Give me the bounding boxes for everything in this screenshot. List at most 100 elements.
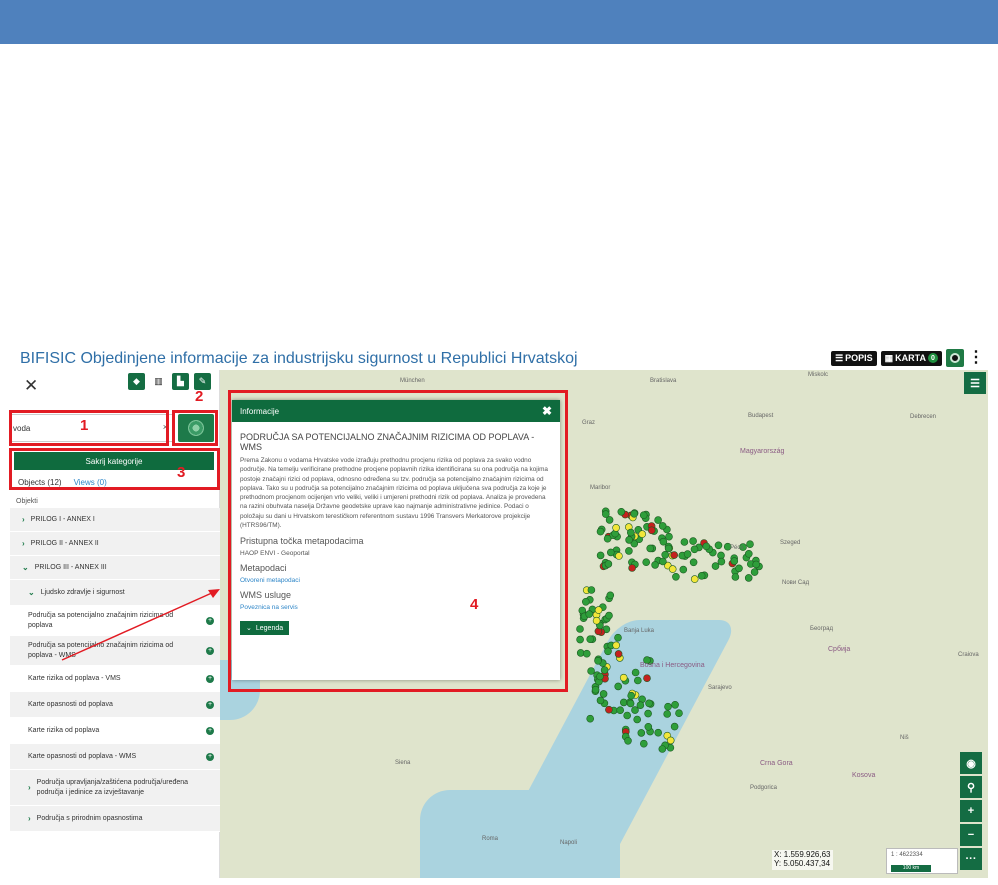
map-point[interactable]	[596, 527, 605, 536]
map-point[interactable]	[639, 511, 648, 519]
map-point[interactable]	[599, 690, 608, 698]
layer-item[interactable]: Karte opasnosti od poplava - WMS +	[10, 744, 220, 770]
book-icon[interactable]: ▥	[150, 373, 167, 390]
map-point[interactable]	[604, 647, 612, 656]
map-point[interactable]	[604, 560, 613, 568]
map-point[interactable]	[731, 573, 740, 581]
map-point[interactable]	[679, 565, 688, 574]
layer-item[interactable]: Karte rizika od poplava +	[10, 718, 220, 744]
map-point[interactable]	[606, 591, 615, 600]
map-point[interactable]	[631, 668, 640, 677]
map-point[interactable]	[614, 650, 623, 658]
more-tools-icon[interactable]: ···	[960, 848, 982, 870]
map-point[interactable]	[626, 528, 635, 537]
map-point[interactable]	[639, 739, 648, 748]
map-point[interactable]	[672, 573, 680, 581]
map-point[interactable]	[646, 544, 655, 553]
zoom-out-icon[interactable]: −	[960, 824, 982, 846]
map-point[interactable]	[643, 674, 651, 683]
map-point[interactable]	[717, 557, 726, 566]
more-menu-icon[interactable]: ⋮	[968, 350, 984, 366]
close-sidebar-icon[interactable]: ✕	[24, 376, 38, 396]
map-point[interactable]	[690, 575, 699, 583]
map-point[interactable]	[689, 558, 698, 567]
map-point[interactable]	[619, 673, 628, 682]
map-point[interactable]	[670, 551, 679, 559]
map-point[interactable]	[606, 548, 615, 557]
map-point[interactable]	[630, 510, 639, 518]
add-layer-icon[interactable]: +	[206, 726, 214, 735]
map-point[interactable]	[661, 551, 670, 559]
map-point[interactable]	[735, 564, 743, 573]
karta-button[interactable]: ▦ KARTA 0	[880, 350, 942, 366]
map-point[interactable]	[702, 542, 711, 551]
tree-item-prilog-3[interactable]: ⌄ PRILOG III - ANNEX III	[10, 556, 220, 580]
map-point[interactable]	[675, 709, 683, 718]
map-point[interactable]	[644, 709, 652, 718]
map-point[interactable]	[658, 745, 667, 753]
map-point[interactable]	[627, 691, 636, 700]
map-menu-icon[interactable]: ☰	[964, 372, 986, 394]
map-point[interactable]	[601, 510, 610, 518]
marker-icon[interactable]: ⚲	[960, 776, 982, 798]
map-point[interactable]	[617, 508, 626, 516]
add-layer-icon[interactable]: +	[206, 616, 214, 625]
map-point[interactable]	[665, 532, 673, 541]
map-point[interactable]	[645, 699, 653, 708]
map-point[interactable]	[671, 700, 679, 709]
tree-item-prilog-1[interactable]: › PRILOG I - ANNEX I	[10, 508, 220, 532]
layers-icon[interactable]: ◆	[128, 373, 145, 390]
map-point[interactable]	[616, 706, 625, 715]
map-point[interactable]	[638, 530, 647, 538]
map-point[interactable]	[663, 710, 672, 718]
map-point[interactable]	[581, 598, 590, 606]
map-point[interactable]	[664, 702, 672, 711]
map-point[interactable]	[628, 564, 636, 572]
add-layer-icon[interactable]: +	[206, 752, 214, 761]
map-point[interactable]	[582, 649, 591, 658]
add-layer-icon[interactable]: +	[206, 646, 214, 655]
map-point[interactable]	[631, 706, 639, 714]
map-point[interactable]	[605, 611, 613, 620]
map-point[interactable]	[690, 545, 699, 554]
map-point[interactable]	[651, 561, 659, 569]
map-point[interactable]	[612, 524, 620, 532]
map-point[interactable]	[612, 641, 621, 650]
map-point[interactable]	[683, 550, 692, 558]
tree-item-ljudsko-zdravlje[interactable]: ⌄ Ljudsko zdravlje i sigurnost	[10, 580, 220, 606]
map-point[interactable]	[697, 572, 706, 580]
layer-item[interactable]: Područja sa potencijalno značajnim rizic…	[10, 606, 220, 636]
map-point[interactable]	[746, 540, 754, 548]
map-point[interactable]	[668, 565, 677, 573]
map-point[interactable]	[587, 667, 595, 675]
map-point[interactable]	[666, 736, 675, 745]
scale-select[interactable]: 1 : 4622334	[891, 852, 923, 858]
map-point[interactable]	[586, 714, 595, 723]
map-point[interactable]	[594, 656, 602, 665]
map-point[interactable]	[711, 562, 720, 570]
scale-control[interactable]: 1 : 4622334 100 km	[886, 848, 958, 874]
map-point[interactable]	[654, 516, 662, 524]
map-point[interactable]	[624, 736, 632, 745]
add-layer-icon[interactable]: +	[206, 674, 214, 683]
map-point[interactable]	[658, 522, 667, 530]
map-point[interactable]	[586, 635, 595, 644]
tree-item-prilog-2[interactable]: › PRILOG II - ANNEX II	[10, 532, 220, 556]
map-point[interactable]	[744, 574, 753, 582]
map-point[interactable]	[633, 676, 642, 685]
map-point[interactable]	[596, 551, 605, 560]
map-point[interactable]	[659, 557, 667, 566]
map-point[interactable]	[642, 558, 651, 566]
map-point[interactable]	[592, 616, 601, 625]
map-point[interactable]	[591, 685, 600, 694]
user-avatar-button[interactable]	[946, 349, 964, 367]
map-point[interactable]	[594, 606, 603, 614]
map-point[interactable]	[689, 537, 697, 545]
map-point[interactable]	[614, 633, 622, 642]
map-point[interactable]	[614, 682, 623, 691]
map-point[interactable]	[633, 715, 642, 724]
map-point[interactable]	[576, 625, 584, 633]
layer-item[interactable]: Karte opasnosti od poplava +	[10, 692, 220, 718]
map-point[interactable]	[585, 610, 594, 618]
map-point[interactable]	[636, 701, 645, 710]
